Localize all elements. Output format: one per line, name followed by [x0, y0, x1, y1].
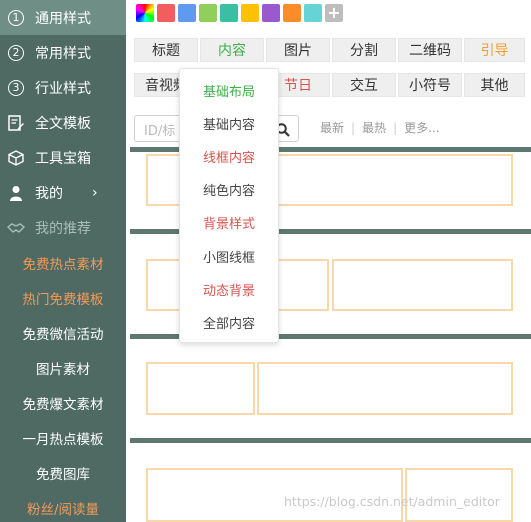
sidebar-link-free-gallery[interactable]: 免费图库: [0, 455, 126, 490]
color-swatch[interactable]: [262, 4, 280, 22]
tab-guide[interactable]: 引导: [464, 38, 525, 62]
sort-filters: 最新 | 最热 | 更多...: [320, 119, 440, 136]
filter-hottest[interactable]: 最热: [362, 119, 386, 136]
tab-title[interactable]: 标题: [134, 38, 198, 62]
color-swatches: +: [136, 4, 343, 22]
sidebar-item-label: 我的: [35, 185, 63, 202]
panel-separator: [130, 438, 531, 443]
menu-item-small-frame[interactable]: 小图线框: [180, 239, 278, 272]
sidebar-item-mine[interactable]: 我的 ›: [0, 175, 126, 210]
sidebar-item-label: 行业样式: [35, 80, 91, 97]
tab-qrcode[interactable]: 二维码: [398, 38, 462, 62]
color-wheel-swatch[interactable]: [136, 4, 154, 22]
chevron-right-icon: ›: [92, 184, 98, 201]
menu-item-solid-content[interactable]: 纯色内容: [180, 173, 278, 206]
color-swatch[interactable]: [178, 4, 196, 22]
sidebar-item-industry-style[interactable]: 3 行业样式: [0, 70, 126, 105]
color-swatch[interactable]: [283, 4, 301, 22]
circled-2-icon: 2: [6, 43, 26, 63]
menu-item-basic-layout[interactable]: 基础布局: [180, 74, 278, 107]
template-thumbnail[interactable]: [332, 259, 513, 311]
sidebar-item-label: 全文模板: [35, 115, 91, 132]
menu-item-basic-content[interactable]: 基础内容: [180, 107, 278, 140]
menu-item-background-style[interactable]: 背景样式: [180, 206, 278, 239]
add-color-button[interactable]: +: [325, 4, 343, 22]
tab-image[interactable]: 图片: [266, 38, 330, 62]
category-tabs-row-1: 标题 内容 图片 分割 二维码 引导: [134, 38, 525, 62]
menu-item-dynamic-background[interactable]: 动态背景: [180, 273, 278, 306]
watermark: https://blog.csdn.net/admin_editor: [284, 494, 500, 509]
tab-symbols[interactable]: 小符号: [398, 73, 462, 97]
tab-divider[interactable]: 分割: [332, 38, 396, 62]
color-swatch[interactable]: [220, 4, 238, 22]
menu-item-all-content[interactable]: 全部内容: [180, 306, 278, 339]
filter-newest[interactable]: 最新: [320, 119, 344, 136]
sidebar-item-full-template[interactable]: 全文模板: [0, 105, 126, 140]
sidebar-item-label: 常用样式: [35, 45, 91, 62]
user-icon: [6, 183, 26, 203]
tab-interaction[interactable]: 交互: [332, 73, 396, 97]
template-thumbnail[interactable]: [257, 362, 513, 415]
circled-3-icon: 3: [6, 78, 26, 98]
document-edit-icon: [6, 113, 26, 133]
color-swatch[interactable]: [241, 4, 259, 22]
sidebar-item-general-style[interactable]: 1 通用样式: [0, 0, 126, 35]
tab-other[interactable]: 其他: [464, 73, 525, 97]
menu-item-frame-content[interactable]: 线框内容: [180, 140, 278, 173]
sidebar-link-hot-free-template[interactable]: 热门免费模板: [0, 280, 126, 315]
color-swatch[interactable]: [304, 4, 322, 22]
filter-more[interactable]: 更多...: [404, 119, 439, 136]
color-swatch[interactable]: [157, 4, 175, 22]
sidebar: 1 通用样式 2 常用样式 3 行业样式 全文模板 工具宝箱 我的 › 我的推荐…: [0, 0, 126, 522]
sidebar-item-toolbox[interactable]: 工具宝箱: [0, 140, 126, 175]
sidebar-item-label: 我的推荐: [35, 220, 91, 237]
app-root: 1 通用样式 2 常用样式 3 行业样式 全文模板 工具宝箱 我的 › 我的推荐…: [0, 0, 531, 522]
tab-content[interactable]: 内容: [200, 38, 264, 62]
circled-1-icon: 1: [6, 8, 26, 28]
search-placeholder: ID/标: [144, 124, 176, 139]
sidebar-item-label: 通用样式: [35, 10, 91, 27]
sidebar-link-free-wechat-activity[interactable]: 免费微信活动: [0, 315, 126, 350]
main-area: + 标题 内容 图片 分割 二维码 引导 音视频 节日 交互 小符号 其他 ID…: [126, 0, 531, 522]
color-swatch[interactable]: [199, 4, 217, 22]
sidebar-link-free-hot-material[interactable]: 免费热点素材: [0, 245, 126, 280]
handshake-icon: [6, 218, 26, 238]
sidebar-link-fans-reads[interactable]: 粉丝/阅读量: [0, 490, 126, 522]
template-thumbnail[interactable]: [146, 362, 255, 415]
sidebar-item-recommend[interactable]: 我的推荐: [0, 210, 126, 245]
content-dropdown-menu: 基础布局 基础内容 线框内容 纯色内容 背景样式 小图线框 动态背景 全部内容: [179, 68, 279, 343]
sidebar-item-label: 工具宝箱: [35, 150, 91, 167]
sidebar-item-common-style[interactable]: 2 常用样式: [0, 35, 126, 70]
sidebar-link-image-material[interactable]: 图片素材: [0, 350, 126, 385]
cube-icon: [6, 148, 26, 168]
sidebar-link-free-viral-material[interactable]: 免费爆文素材: [0, 385, 126, 420]
sidebar-link-january-hot-template[interactable]: 一月热点模板: [0, 420, 126, 455]
